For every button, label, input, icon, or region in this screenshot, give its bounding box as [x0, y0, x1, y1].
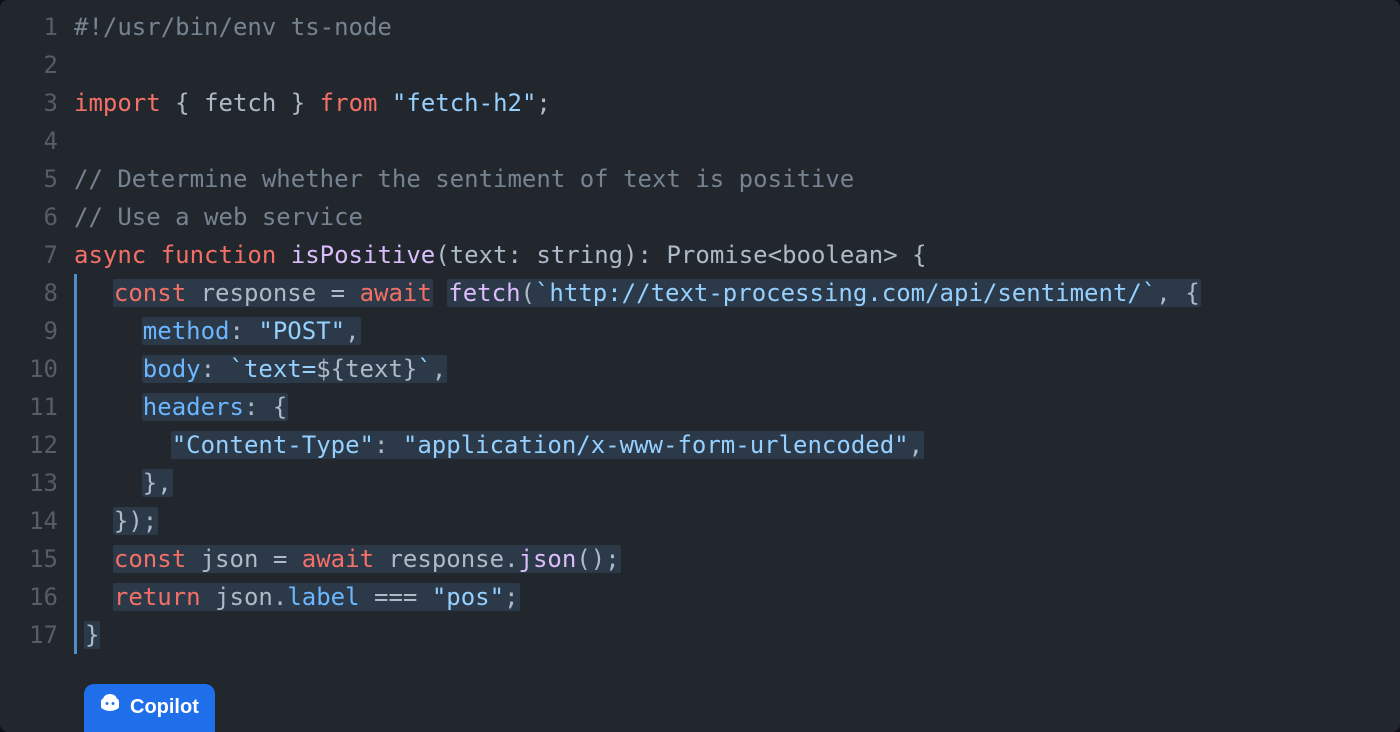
line-number: 1: [0, 8, 74, 46]
suggestion-bar: [74, 426, 77, 464]
code-line[interactable]: 10 body: `text=${text}`,: [0, 350, 1400, 388]
code-line[interactable]: 6// Use a web service: [0, 198, 1400, 236]
suggestion-bar: [74, 616, 77, 654]
code-line[interactable]: 12 "Content-Type": "application/x-www-fo…: [0, 426, 1400, 464]
line-content[interactable]: },: [74, 464, 1400, 502]
suggestion-bar: [74, 578, 77, 616]
line-content[interactable]: #!/usr/bin/env ts-node: [74, 8, 1400, 46]
line-number: 14: [0, 502, 74, 540]
line-number: 5: [0, 160, 74, 198]
code-line[interactable]: 11 headers: {: [0, 388, 1400, 426]
line-content[interactable]: return json.label === "pos";: [74, 578, 1400, 616]
code-line[interactable]: 14 });: [0, 502, 1400, 540]
line-number: 8: [0, 274, 74, 312]
code-line[interactable]: 4: [0, 122, 1400, 160]
code-line[interactable]: 3import { fetch } from "fetch-h2";: [0, 84, 1400, 122]
line-number: 11: [0, 388, 74, 426]
code-line[interactable]: 15 const json = await response.json();: [0, 540, 1400, 578]
line-content[interactable]: // Use a web service: [74, 198, 1400, 236]
line-content[interactable]: import { fetch } from "fetch-h2";: [74, 84, 1400, 122]
line-content[interactable]: }: [74, 616, 1400, 654]
line-content[interactable]: "Content-Type": "application/x-www-form-…: [74, 426, 1400, 464]
line-number: 12: [0, 426, 74, 464]
copilot-badge-label: Copilot: [130, 696, 199, 719]
suggestion-bar: [74, 540, 77, 578]
line-number: 9: [0, 312, 74, 350]
code-line[interactable]: 13 },: [0, 464, 1400, 502]
code-line[interactable]: 7async function isPositive(text: string)…: [0, 236, 1400, 274]
line-number: 17: [0, 616, 74, 654]
line-content[interactable]: const response = await fetch(`http://tex…: [74, 274, 1400, 312]
code-area[interactable]: 1#!/usr/bin/env ts-node23import { fetch …: [0, 8, 1400, 654]
code-line[interactable]: 2: [0, 46, 1400, 84]
line-content[interactable]: body: `text=${text}`,: [74, 350, 1400, 388]
code-line[interactable]: 5// Determine whether the sentiment of t…: [0, 160, 1400, 198]
code-line[interactable]: 17}: [0, 616, 1400, 654]
code-line[interactable]: 8 const response = await fetch(`http://t…: [0, 274, 1400, 312]
copilot-badge[interactable]: Copilot: [84, 684, 215, 732]
line-content[interactable]: async function isPositive(text: string):…: [74, 236, 1400, 274]
suggestion-bar: [74, 388, 77, 426]
line-number: 15: [0, 540, 74, 578]
suggestion-bar: [74, 502, 77, 540]
line-content[interactable]: // Determine whether the sentiment of te…: [74, 160, 1400, 198]
line-content[interactable]: method: "POST",: [74, 312, 1400, 350]
line-number: 3: [0, 84, 74, 122]
suggestion-bar: [74, 312, 77, 350]
line-number: 10: [0, 350, 74, 388]
code-line[interactable]: 1#!/usr/bin/env ts-node: [0, 8, 1400, 46]
line-number: 2: [0, 46, 74, 84]
line-content[interactable]: headers: {: [74, 388, 1400, 426]
line-number: 13: [0, 464, 74, 502]
suggestion-bar: [74, 350, 77, 388]
suggestion-bar: [74, 464, 77, 502]
code-editor[interactable]: 1#!/usr/bin/env ts-node23import { fetch …: [0, 0, 1400, 732]
line-number: 16: [0, 578, 74, 616]
line-content[interactable]: const json = await response.json();: [74, 540, 1400, 578]
code-line[interactable]: 9 method: "POST",: [0, 312, 1400, 350]
line-content[interactable]: });: [74, 502, 1400, 540]
line-number: 7: [0, 236, 74, 274]
suggestion-bar: [74, 274, 77, 312]
line-number: 6: [0, 198, 74, 236]
code-line[interactable]: 16 return json.label === "pos";: [0, 578, 1400, 616]
copilot-icon: [98, 692, 122, 722]
line-number: 4: [0, 122, 74, 160]
